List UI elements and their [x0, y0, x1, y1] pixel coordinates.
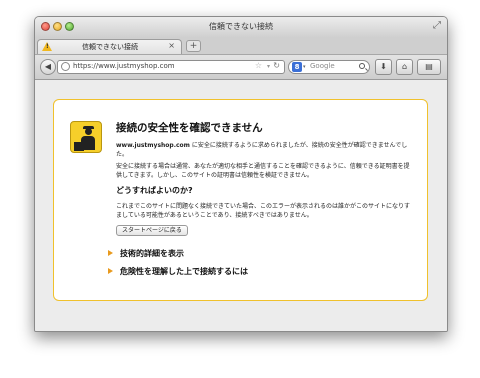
back-button[interactable]: ◀ — [40, 59, 56, 75]
what-should-i-do-heading: どうすればよいのか? — [116, 186, 193, 195]
security-officer-icon — [70, 121, 102, 153]
navigation-toolbar: ◀ https://www.justmyshop.com ☆ ▾ ↻ 8 ▾ G… — [35, 55, 447, 80]
reload-icon[interactable]: ↻ — [273, 61, 280, 70]
error-intro: www.justmyshop.com に安全に接続するように求められましたが、接… — [116, 141, 412, 159]
home-button[interactable]: ⌂ — [396, 59, 413, 75]
tab-bar: ! 信頼できない接続 × + — [35, 37, 447, 55]
expand-arrow-icon — [108, 250, 113, 256]
error-title: 接続の安全性を確認できません — [116, 122, 263, 134]
expand-arrow-icon — [108, 268, 113, 274]
page-content: 接続の安全性を確認できません www.justmyshop.com に安全に接続… — [35, 80, 447, 331]
error-page-card: 接続の安全性を確認できません www.justmyshop.com に安全に接続… — [53, 99, 428, 301]
get-me-out-button[interactable]: スタートページに戻る — [116, 225, 188, 236]
warning-icon-mark: ! — [46, 43, 49, 50]
history-dropdown-icon[interactable]: ▾ — [267, 61, 270, 73]
download-button[interactable]: ⬇ — [375, 59, 392, 75]
error-explanation: 安全に接続する場合は通常、あなたが適切な相手と通信することを確認できるように、信… — [116, 163, 410, 179]
url-text[interactable]: https://www.justmyshop.com — [73, 62, 175, 70]
search-icon[interactable] — [359, 63, 365, 69]
window-title: 信頼できない接続 — [209, 22, 273, 31]
error-host: www.justmyshop.com — [116, 142, 190, 149]
title-bar: 信頼できない接続 ⤢ — [35, 17, 447, 37]
technical-details-label: 技術的詳細を表示 — [120, 249, 184, 258]
new-tab-button[interactable]: + — [186, 40, 201, 52]
tab-close-icon[interactable]: × — [168, 41, 175, 50]
globe-icon — [61, 62, 70, 71]
url-bar[interactable]: https://www.justmyshop.com ☆ ▾ ↻ — [57, 60, 285, 74]
fullscreen-icon[interactable]: ⤢ — [433, 20, 441, 31]
tab-label: 信頼できない接続 — [82, 43, 138, 51]
bookmarks-menu-button[interactable]: ▤ — [417, 59, 441, 75]
what-should-i-do-text: これまでこのサイトに問題なく接続できていた場合、このエラーが表示されるのは誰かが… — [116, 203, 411, 219]
search-input[interactable]: Google — [310, 62, 335, 70]
understand-risks-label: 危険性を理解した上で接続するには — [120, 267, 248, 276]
star-icon[interactable]: ☆ — [255, 61, 262, 70]
search-engine-dropdown-icon[interactable]: ▾ — [303, 62, 306, 72]
browser-window: 信頼できない接続 ⤢ ! 信頼できない接続 × + ◀ https://www.… — [34, 16, 448, 332]
search-engine-icon[interactable]: 8 — [292, 62, 302, 72]
tab-untrusted-connection[interactable]: ! 信頼できない接続 × — [37, 39, 182, 54]
search-bar[interactable]: 8 ▾ Google — [288, 60, 370, 74]
